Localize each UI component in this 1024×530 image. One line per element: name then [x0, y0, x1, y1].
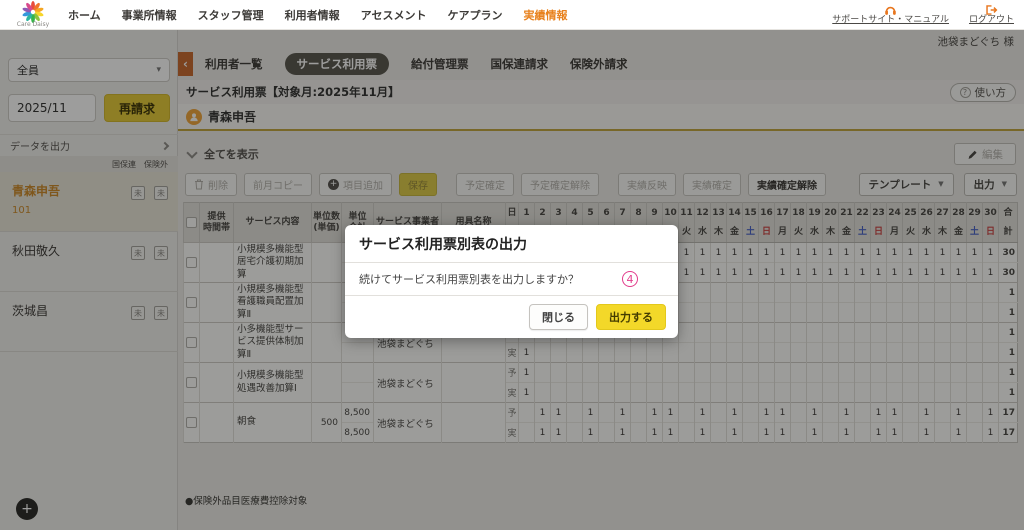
nav-item-アセスメント[interactable]: アセスメント [361, 7, 427, 23]
top-nav: Care Daisy ホーム 事業所情報 スタッフ管理 利用者情報 アセスメント ケアプラ… [0, 0, 1024, 30]
support-link[interactable]: サポートサイト・マニュアル [832, 4, 949, 26]
main-menu: ホーム 事業所情報 スタッフ管理 利用者情報 アセスメント ケアプラン 実績情報 [68, 7, 567, 23]
logout-link[interactable]: ログアウト [969, 4, 1014, 26]
modal-footer: 閉じる 出力する [345, 296, 678, 338]
modal-body: 続けてサービス利用票別表を出力しますか？ 4 [345, 263, 678, 296]
output-modal: サービス利用票別表の出力 続けてサービス利用票別表を出力しますか？ 4 閉じる … [345, 225, 678, 338]
nav-item-事業所情報[interactable]: 事業所情報 [122, 7, 177, 23]
modal-output-button[interactable]: 出力する [596, 304, 666, 330]
annotation-circle-4: 4 [622, 271, 638, 287]
brand-text: Care Daisy [17, 21, 49, 28]
nav-item-利用者情報[interactable]: 利用者情報 [285, 7, 340, 23]
nav-item-スタッフ管理[interactable]: スタッフ管理 [198, 7, 264, 23]
nav-item-ホーム[interactable]: ホーム [68, 7, 101, 23]
modal-title: サービス利用票別表の出力 [345, 225, 678, 263]
logout-link-label: ログアウト [969, 16, 1014, 26]
support-link-label: サポートサイト・マニュアル [832, 16, 949, 26]
modal-message: 続けてサービス利用票別表を出力しますか？ [359, 271, 579, 287]
nav-item-ケアプラン[interactable]: ケアプラン [447, 7, 502, 23]
modal-close-button[interactable]: 閉じる [529, 304, 588, 330]
nav-item-実績情報[interactable]: 実績情報 [523, 7, 567, 23]
app-logo[interactable]: Care Daisy [10, 1, 56, 28]
logout-icon [985, 4, 998, 16]
headset-icon [884, 4, 897, 16]
daisy-logo-icon [22, 1, 44, 23]
